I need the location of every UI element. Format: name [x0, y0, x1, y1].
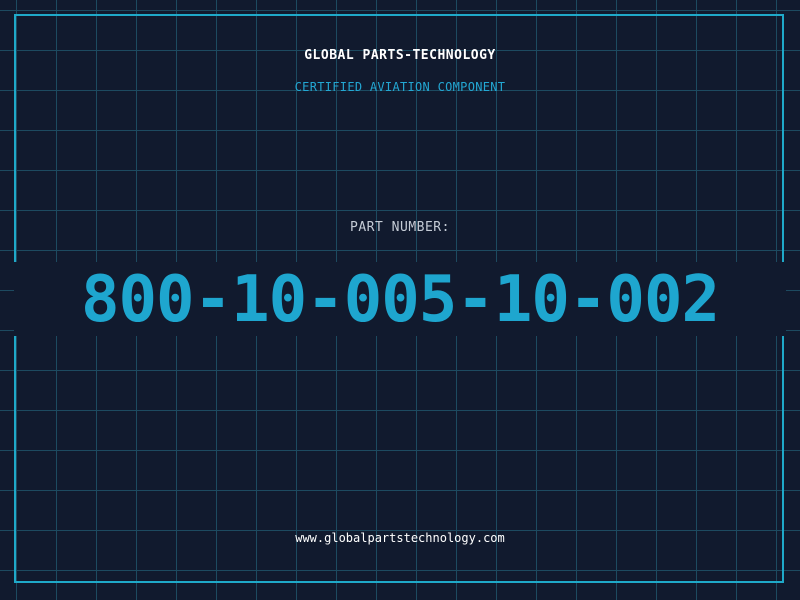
- part-number-label: PART NUMBER:: [350, 220, 450, 235]
- blueprint-canvas: GLOBAL PARTS-TECHNOLOGY CERTIFIED AVIATI…: [0, 0, 800, 600]
- part-number-value: 800-10-005-10-002: [80, 263, 720, 337]
- website-url: www.globalpartstechnology.com: [295, 531, 505, 545]
- company-name: GLOBAL PARTS-TECHNOLOGY: [304, 48, 496, 63]
- certification-tagline: CERTIFIED AVIATION COMPONENT: [294, 80, 506, 94]
